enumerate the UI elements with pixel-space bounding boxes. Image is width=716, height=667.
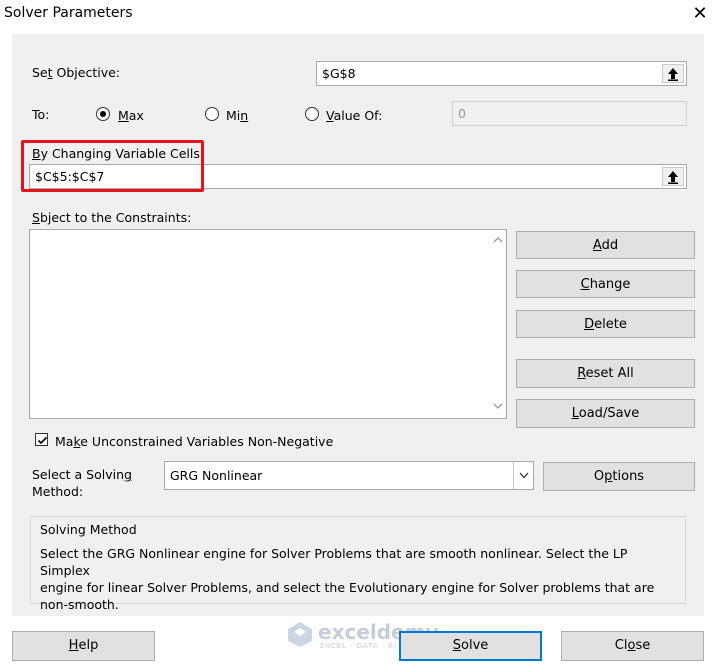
close-icon[interactable]: ✕ xyxy=(688,2,712,26)
range-select-icon xyxy=(668,171,678,184)
exceldemy-logo-icon xyxy=(288,622,312,647)
title-bar: Solver Parameters ✕ xyxy=(0,0,716,30)
to-label: To: xyxy=(32,107,50,122)
add-button[interactable]: Add xyxy=(516,231,695,259)
scroll-down-icon[interactable] xyxy=(493,402,503,412)
checkmark-icon xyxy=(37,436,48,445)
solve-button[interactable]: Solve xyxy=(399,631,542,661)
reset-all-button[interactable]: Reset All xyxy=(516,359,695,388)
constraints-label: Sbject to the Constraints: xyxy=(32,210,192,225)
options-button[interactable]: Options xyxy=(543,462,695,491)
value-of-radio[interactable] xyxy=(305,107,319,121)
change-button[interactable]: Change xyxy=(516,270,695,298)
delete-button[interactable]: Delete xyxy=(516,310,695,338)
value-of-input[interactable]: 0 xyxy=(452,101,687,126)
max-label[interactable]: Max xyxy=(118,108,144,123)
scroll-up-icon[interactable] xyxy=(493,236,503,246)
solving-method-label: Select a Solving Method: xyxy=(32,467,132,499)
chevron-down-icon xyxy=(519,472,529,479)
range-select-icon xyxy=(668,68,678,81)
min-label[interactable]: Min xyxy=(226,108,248,123)
collapse-dialog-button[interactable] xyxy=(662,64,684,83)
solving-method-description: Select the GRG Nonlinear engine for Solv… xyxy=(40,545,665,613)
close-button[interactable]: Close xyxy=(561,631,704,661)
help-button[interactable]: Help xyxy=(12,631,155,661)
window-title: Solver Parameters xyxy=(4,5,133,21)
collapse-dialog-button-2[interactable] xyxy=(662,167,684,186)
value-of-label[interactable]: Value Of: xyxy=(326,108,382,123)
max-radio[interactable] xyxy=(96,107,110,121)
solving-method-select[interactable]: GRG Nonlinear xyxy=(164,461,534,490)
description-line: Select the GRG Nonlinear engine for Solv… xyxy=(40,546,628,578)
non-negative-checkbox[interactable] xyxy=(35,433,48,446)
constraints-scrollbar[interactable] xyxy=(489,230,506,418)
dropdown-button[interactable] xyxy=(513,462,533,489)
load-save-button[interactable]: Load/Save xyxy=(516,399,695,428)
non-negative-label[interactable]: Make Unconstrained Variables Non-Negativ… xyxy=(55,434,333,449)
min-radio[interactable] xyxy=(205,107,219,121)
set-objective-label: Set Objective: xyxy=(32,65,120,80)
highlight-box xyxy=(21,140,204,192)
constraints-list[interactable] xyxy=(29,229,507,419)
solving-method-heading: Solving Method xyxy=(40,522,137,537)
watermark-tagline: EXCEL · DATA · BI xyxy=(320,642,398,650)
description-line: engine for linear Solver Problems, and s… xyxy=(40,580,655,595)
description-line: non-smooth. xyxy=(40,597,119,612)
set-objective-input[interactable]: $G$8 xyxy=(316,61,687,86)
